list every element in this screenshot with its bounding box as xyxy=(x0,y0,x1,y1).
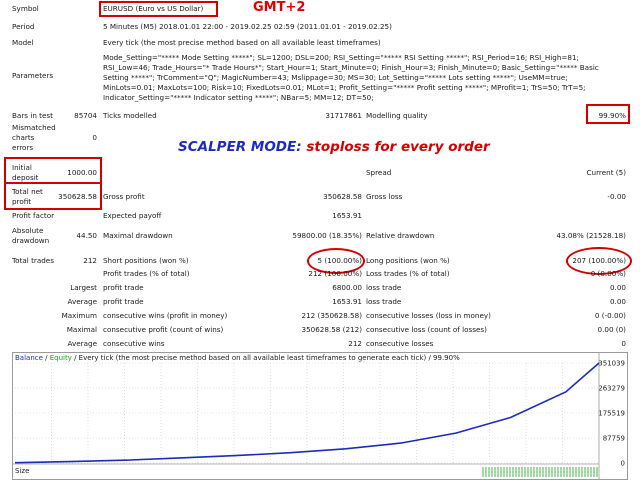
absolute-drawdown-value: 44.50 xyxy=(76,231,97,240)
trade-stat-label: consecutive profit (count of wins) xyxy=(103,325,224,334)
total-trades-label: Total trades xyxy=(12,256,54,265)
spread-label: Spread xyxy=(366,168,392,177)
trade-stat-value: 212 (350628.58) xyxy=(301,311,362,320)
trade-stat-label: loss trade xyxy=(366,283,402,292)
total-trades-value: 212 xyxy=(83,256,97,265)
symbol-highlight-box xyxy=(99,1,218,17)
gross-loss-value: -0.00 xyxy=(607,192,626,201)
trade-stat-label: consecutive wins (profit in money) xyxy=(103,311,228,320)
bars-value: 85704 xyxy=(74,111,97,120)
ticks-value: 31717861 xyxy=(325,111,362,120)
trade-stat-label: profit trade xyxy=(103,283,144,292)
trade-stat-label: loss trade xyxy=(366,297,402,306)
trade-stat-lead: Average xyxy=(67,339,97,348)
chart-y-tick-label: 351039 xyxy=(598,360,625,368)
mismatch-label: Mismatched xyxy=(12,123,56,132)
parameters-line: Setting *****"; TrComment="Q"; MagicNumb… xyxy=(103,73,568,82)
trade-stat-label: consecutive losses xyxy=(366,339,434,348)
gross-profit-label: Gross profit xyxy=(103,192,145,201)
relative-drawdown-label: Relative drawdown xyxy=(366,231,435,240)
trade-stat-lead: Largest xyxy=(70,283,97,292)
trade-stat-label: consecutive losses (loss in money) xyxy=(366,311,491,320)
legend-balance: Balance xyxy=(15,354,43,362)
profit-factor-label: Profit factor xyxy=(12,211,55,220)
period-label: Period xyxy=(12,22,35,31)
maximal-drawdown-value: 59800.00 (18.35%) xyxy=(292,231,362,240)
ticks-label: Ticks modelled xyxy=(103,111,157,120)
trade-stat-value: 212 xyxy=(348,339,362,348)
trade-stat-value: 350628.58 (212) xyxy=(301,325,362,334)
chart-y-tick-label: 175519 xyxy=(598,410,625,418)
absolute-drawdown-label: drawdown xyxy=(12,236,50,245)
trade-stat-value: 1653.91 xyxy=(332,297,362,306)
scalper-banner: SCALPER MODE: stoploss for every order xyxy=(178,140,490,155)
parameters-line: Mode_Setting="***** Mode Setting *****";… xyxy=(103,53,579,62)
legend-description: / Every tick (the most precise method ba… xyxy=(71,354,460,362)
trade-stat-value: 212 (100.00%) xyxy=(308,269,362,278)
short-positions-label: Short positions (won %) xyxy=(103,256,189,265)
balance-chart-svg: 0 87759 175519 263279 351039 xyxy=(13,353,625,479)
deposit-box-divider xyxy=(5,182,101,184)
trade-stat-value: 0.00 xyxy=(609,297,626,306)
trade-stat-value: 0.00 xyxy=(609,283,626,292)
gross-loss-label: Gross loss xyxy=(366,192,403,201)
trade-stat-value: 0 xyxy=(621,339,626,348)
parameters-line: Indicator_Setting="***** Indicator setti… xyxy=(103,93,374,102)
quality-highlight-box xyxy=(586,104,630,124)
trade-stat-value: 0.00 (0) xyxy=(597,325,626,334)
trade-stat-label: profit trade xyxy=(103,297,144,306)
quality-label: Modelling quality xyxy=(366,111,428,120)
size-label: Size xyxy=(15,467,30,475)
expected-payoff-label: Expected payoff xyxy=(103,211,162,220)
trade-stat-value: 0 (-0.00) xyxy=(594,311,626,320)
expected-payoff-value: 1653.91 xyxy=(332,211,362,220)
trade-stat-value: 6800.00 xyxy=(332,283,362,292)
maximal-drawdown-label: Maximal drawdown xyxy=(103,231,173,240)
symbol-label: Symbol xyxy=(12,4,39,13)
scalper-prefix: SCALPER MODE: xyxy=(178,139,302,155)
parameters-label: Parameters xyxy=(12,71,54,80)
trade-stat-value: 0 (0.00%) xyxy=(590,269,626,278)
trade-stat-lead: Average xyxy=(67,297,97,306)
spread-value: Current (5) xyxy=(586,168,626,177)
balance-equity-chart: 0 87759 175519 263279 351039 Balance / Equit… xyxy=(12,352,628,480)
chart-y-tick-label: 87759 xyxy=(603,435,625,443)
relative-drawdown-value: 43.08% (21528.18) xyxy=(556,231,626,240)
trade-stat-label: Profit trades (% of total) xyxy=(103,269,190,278)
chart-legend: Balance / Equity / Every tick (the most … xyxy=(15,354,460,363)
trade-stat-lead: Maximum xyxy=(61,311,97,320)
long-positions-label: Long positions (won %) xyxy=(366,256,450,265)
trade-stat-label: Loss trades (% of total) xyxy=(366,269,450,278)
model-label: Model xyxy=(12,38,34,47)
chart-y-tick-label: 0 xyxy=(621,460,625,468)
legend-separator: / xyxy=(42,354,50,362)
trade-stat-lead: Maximal xyxy=(66,325,97,334)
gross-profit-value: 350628.58 xyxy=(323,192,362,201)
parameters-line: RSI_Low=46; Trade_Hours="* Trade Hours*"… xyxy=(103,63,599,72)
mismatch-label: errors xyxy=(12,143,34,152)
chart-y-tick-label: 263279 xyxy=(598,385,625,393)
legend-equity: Equity xyxy=(49,354,72,362)
period-value: 5 Minutes (M5) 2018.01.01 22:00 - 2019.0… xyxy=(103,22,392,31)
trade-stat-label: consecutive loss (count of losses) xyxy=(366,325,487,334)
mismatch-value: 0 xyxy=(92,133,97,142)
mismatch-label: charts xyxy=(12,133,35,142)
bars-label: Bars in test xyxy=(12,111,53,120)
gmt-note: GMT+2 xyxy=(253,0,306,15)
parameters-line: MinLots=0.01; MaxLots=100; Risk=10; Fixe… xyxy=(103,83,586,92)
trade-stat-label: consecutive wins xyxy=(103,339,165,348)
absolute-drawdown-label: Absolute xyxy=(12,226,44,235)
model-value: Every tick (the most precise method base… xyxy=(103,38,381,47)
scalper-suffix: stoploss for every order xyxy=(306,139,490,155)
